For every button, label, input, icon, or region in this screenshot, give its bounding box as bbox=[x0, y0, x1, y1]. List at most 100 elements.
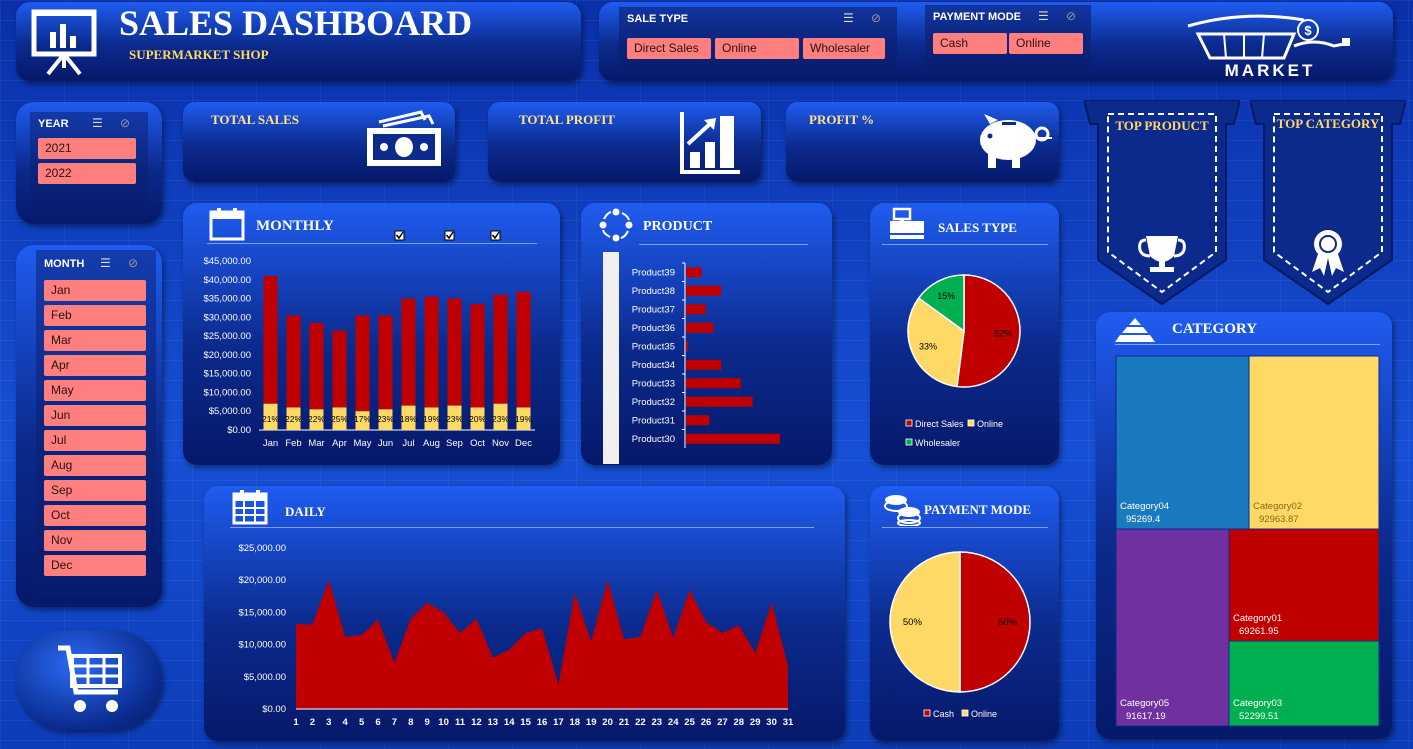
slicer-item-jul[interactable]: Jul bbox=[44, 430, 146, 451]
slicer-item-apr[interactable]: Apr bbox=[44, 355, 146, 376]
monthly-y-tick: $40,000.00 bbox=[203, 275, 251, 286]
sales-type-legend-swatch bbox=[905, 419, 913, 427]
product-bar bbox=[686, 341, 688, 352]
market-logo-text: MARKET bbox=[1225, 61, 1316, 78]
monthly-profit-label: 19% bbox=[423, 414, 440, 424]
slicer-item-may[interactable]: May bbox=[44, 380, 146, 401]
payment-mode-slice bbox=[889, 551, 961, 693]
payment-mode-data-label: 50% bbox=[998, 617, 1018, 628]
header-panel: SALES DASHBOARD SUPERMARKET SHOP bbox=[16, 2, 581, 81]
product-chart: Product39 Product38 Product37 Product36 Prod… bbox=[632, 262, 780, 448]
payment-mode-legend-swatch bbox=[923, 709, 931, 717]
slicer-item-aug[interactable]: Aug bbox=[44, 455, 146, 476]
clear-filter-icon[interactable]: ⊘ bbox=[1066, 9, 1076, 23]
clear-filter-icon[interactable]: ⊘ bbox=[871, 11, 881, 25]
slicer-item-direct-sales[interactable]: Direct Sales bbox=[627, 38, 711, 59]
daily-x-tick: 12 bbox=[471, 717, 482, 728]
kpi-total-profit: TOTAL PROFIT bbox=[488, 102, 761, 182]
treemap-label: Category05 bbox=[1120, 698, 1169, 709]
product-label: Product32 bbox=[632, 397, 675, 408]
slicer-item-online[interactable]: Online bbox=[715, 38, 799, 59]
daily-x-tick: 24 bbox=[668, 717, 679, 728]
product-bar bbox=[686, 415, 710, 426]
treemap-value: 91617.19 bbox=[1126, 711, 1166, 722]
monthly-x-tick: Feb bbox=[285, 438, 301, 449]
monthly-bar bbox=[401, 298, 416, 406]
treemap-cell bbox=[1115, 528, 1230, 727]
monthly-y-tick: $20,000.00 bbox=[203, 350, 251, 361]
sales-type-legend-label: Wholesaler bbox=[915, 438, 960, 448]
monthly-y-tick: $10,000.00 bbox=[203, 387, 251, 398]
monthly-y-tick: $25,000.00 bbox=[203, 331, 251, 342]
cart-button[interactable] bbox=[16, 630, 162, 730]
daily-x-tick: 1 bbox=[293, 717, 299, 728]
svg-text:$: $ bbox=[1304, 23, 1312, 38]
slicer-item-cash[interactable]: Cash bbox=[933, 33, 1007, 54]
slicer-item-dec[interactable]: Dec bbox=[44, 555, 146, 576]
kpi-profit-percent: PROFIT % bbox=[786, 102, 1059, 182]
daily-x-tick: 17 bbox=[553, 717, 564, 728]
slicer-item-wholesaler[interactable]: Wholesaler bbox=[803, 38, 885, 59]
slicer-item-jun[interactable]: Jun bbox=[44, 405, 146, 426]
daily-x-tick: 16 bbox=[537, 717, 548, 728]
daily-x-tick: 5 bbox=[359, 717, 365, 728]
treemap-label: Category03 bbox=[1233, 698, 1282, 709]
monthly-bar bbox=[286, 315, 301, 408]
daily-x-tick: 23 bbox=[652, 717, 663, 728]
treemap-value: 69261.95 bbox=[1239, 626, 1279, 637]
product-label: Product31 bbox=[632, 415, 675, 426]
monthly-profit-label: 19% bbox=[515, 414, 532, 424]
treemap-value: 95269.4 bbox=[1126, 514, 1160, 525]
slicer-item-mar[interactable]: Mar bbox=[44, 330, 146, 351]
multi-select-icon[interactable]: ☰ bbox=[1038, 9, 1049, 23]
monthly-bar bbox=[263, 276, 278, 404]
cash-icon bbox=[367, 110, 441, 166]
presentation-board-icon bbox=[31, 9, 97, 76]
slicer-item-online-payment[interactable]: Online bbox=[1009, 33, 1083, 54]
product-label: Product35 bbox=[632, 341, 675, 352]
slicer-item-2021[interactable]: 2021 bbox=[38, 138, 136, 159]
product-label: Product33 bbox=[632, 378, 675, 389]
monthly-bar bbox=[378, 315, 393, 410]
monthly-bar bbox=[447, 298, 462, 406]
payment-mode-slicer: PAYMENT MODE ☰ ⊘ Cash Online bbox=[925, 5, 1091, 73]
monthly-x-tick: Jan bbox=[263, 438, 278, 449]
slicer-item-feb[interactable]: Feb bbox=[44, 305, 146, 326]
monthly-filter-checkbox[interactable] bbox=[394, 230, 405, 241]
daily-y-tick: $10,000.00 bbox=[238, 640, 286, 651]
slicer-item-2022[interactable]: 2022 bbox=[38, 163, 136, 184]
monthly-y-tick: $15,000.00 bbox=[203, 369, 251, 380]
multi-select-icon[interactable]: ☰ bbox=[92, 116, 103, 130]
daily-x-tick: 21 bbox=[619, 717, 630, 728]
slicer-item-sep[interactable]: Sep bbox=[44, 480, 146, 501]
multi-select-icon[interactable]: ☰ bbox=[843, 11, 854, 25]
slicer-item-oct[interactable]: Oct bbox=[44, 505, 146, 526]
sale-type-slicer: SALE TYPE ☰ ⊘ Direct Sales Online Wholes… bbox=[619, 7, 897, 73]
daily-x-tick: 19 bbox=[586, 717, 597, 728]
monthly-profit-label: 22% bbox=[285, 414, 302, 424]
payment-mode-slicer-label: PAYMENT MODE bbox=[933, 11, 1022, 23]
monthly-profit-label: 20% bbox=[469, 414, 486, 424]
slicer-item-jan[interactable]: Jan bbox=[44, 280, 146, 301]
month-slicer: MONTH ☰ ⊘ Jan Feb Mar Apr May Jun Jul Aug Sep Oct… bbox=[36, 250, 156, 596]
monthly-bar bbox=[424, 296, 439, 408]
daily-area bbox=[296, 580, 788, 709]
product-label: Product36 bbox=[632, 323, 675, 334]
clear-filter-icon[interactable]: ⊘ bbox=[128, 256, 138, 270]
market-logo-icon: $ MARKET bbox=[1187, 14, 1350, 78]
monthly-bar bbox=[309, 322, 324, 410]
monthly-filter-checkbox[interactable] bbox=[490, 230, 501, 241]
slicer-item-nov[interactable]: Nov bbox=[44, 530, 146, 551]
payment-mode-chart: 50% 50% Cash Online bbox=[889, 551, 1031, 719]
monthly-profit-label: 23% bbox=[377, 414, 394, 424]
sales-type-panel: SALES TYPE 52% 33% 15% Direct Sales Online Wh… bbox=[870, 203, 1059, 465]
monthly-profit-label: 17% bbox=[354, 414, 371, 424]
multi-select-icon[interactable]: ☰ bbox=[100, 256, 111, 270]
monthly-filter-checkbox[interactable] bbox=[444, 230, 455, 241]
sales-type-data-label: 33% bbox=[919, 342, 937, 352]
payment-mode-legend-label: Cash bbox=[933, 709, 954, 719]
clear-filter-icon[interactable]: ⊘ bbox=[120, 116, 130, 130]
sales-type-legend-label: Direct Sales bbox=[915, 419, 964, 429]
product-label: Product39 bbox=[632, 267, 675, 278]
monthly-x-tick: Jul bbox=[402, 438, 414, 449]
